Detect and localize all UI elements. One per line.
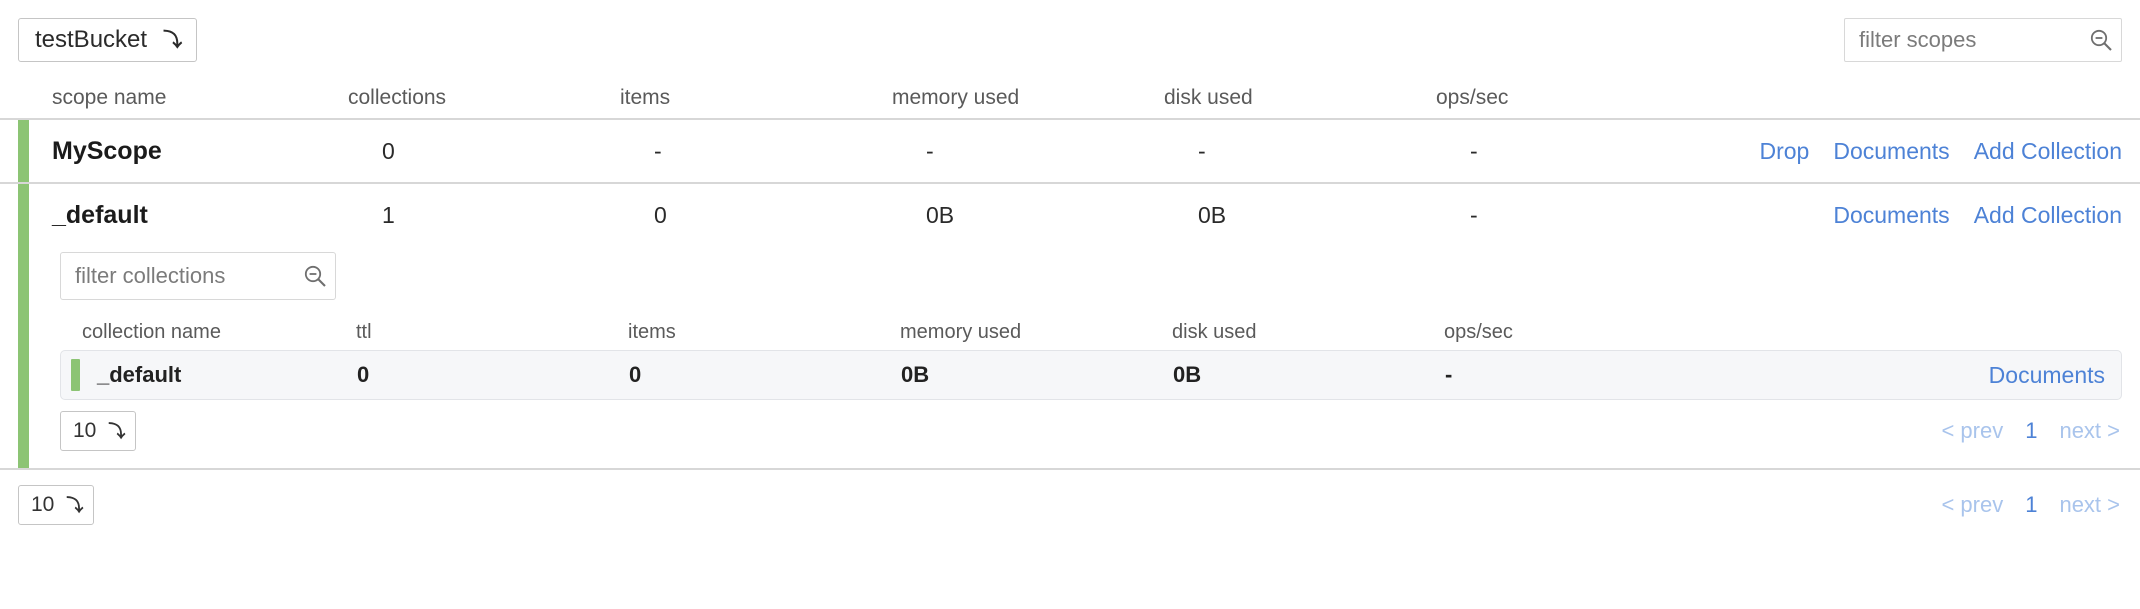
scope-accent-bar <box>18 184 29 468</box>
collection-accent-bar <box>71 359 80 391</box>
column-header-disk-used: disk used <box>1164 86 1253 109</box>
next-page-button[interactable]: next > <box>2059 418 2120 444</box>
scope-disk-used: 0B <box>1198 201 1227 228</box>
collection-filter-input[interactable] <box>61 263 295 289</box>
bucket-selector[interactable]: testBucket ⤵ <box>18 18 198 62</box>
column-header-memory-used: memory used <box>900 320 1022 343</box>
scopes-page-size-value: 10 <box>31 493 55 516</box>
search-icon[interactable] <box>2081 19 2121 61</box>
scope-filter-input[interactable] <box>1845 27 2081 53</box>
collections-page-nav: < prev 1 next > <box>1941 418 2120 444</box>
documents-link[interactable]: Documents <box>1833 138 1949 165</box>
scope-memory-used: - <box>926 137 934 164</box>
scope-filter[interactable] <box>1844 18 2122 62</box>
toolbar: testBucket ⤵ <box>0 0 2140 78</box>
column-header-collection-name: collection name <box>82 320 221 343</box>
drop-scope-link[interactable]: Drop <box>1760 138 1810 165</box>
scope-collections-count: 0 <box>382 137 395 164</box>
chevron-down-icon: ⤵ <box>66 495 84 515</box>
collection-items: 0 <box>629 362 642 387</box>
scopes-collections-page: testBucket ⤵ scope name collections item… <box>0 0 2140 609</box>
collections-pagination: 10 ⤵ < prev 1 next > <box>60 400 2122 462</box>
scope-actions: Documents Add Collection <box>1833 202 2122 229</box>
page-number[interactable]: 1 <box>2025 418 2037 444</box>
collection-name: _default <box>97 362 182 387</box>
collection-memory-used: 0B <box>901 362 930 387</box>
scope-ops-sec: - <box>1470 201 1478 228</box>
chevron-down-icon: ⤵ <box>108 421 126 441</box>
collections-page-size-select[interactable]: 10 ⤵ <box>60 411 137 451</box>
collections-panel: collection name ttl items memory used di… <box>18 252 2140 468</box>
collection-ops-sec: - <box>1445 362 1453 387</box>
scopes-pagination: 10 ⤵ < prev 1 next > <box>18 470 2140 540</box>
column-header-ttl: ttl <box>356 320 372 343</box>
search-icon[interactable] <box>295 255 335 297</box>
collection-ttl: 0 <box>357 362 370 387</box>
collection-filter[interactable] <box>60 252 336 300</box>
prev-page-button[interactable]: < prev <box>1941 418 2003 444</box>
scope-memory-used: 0B <box>926 201 955 228</box>
scope-collections-count: 1 <box>382 201 395 228</box>
column-header-memory-used: memory used <box>892 86 1020 109</box>
scopes-column-headers: scope name collections items memory used… <box>0 78 2140 118</box>
collection-actions: Documents <box>1989 362 2105 389</box>
bucket-selector-label: testBucket <box>35 26 148 53</box>
column-header-items: items <box>620 86 671 109</box>
prev-page-button[interactable]: < prev <box>1941 492 2003 518</box>
add-collection-link[interactable]: Add Collection <box>1974 202 2122 229</box>
scope-disk-used: - <box>1198 137 1206 164</box>
add-collection-link[interactable]: Add Collection <box>1974 138 2122 165</box>
table-row[interactable]: _default 0 0 0B 0B - Documents <box>60 350 2122 400</box>
scope-items: 0 <box>654 201 667 228</box>
column-header-collections: collections <box>348 86 447 109</box>
collections-column-headers: collection name ttl items memory used di… <box>52 314 2122 350</box>
documents-link[interactable]: Documents <box>1989 362 2105 388</box>
table-row[interactable]: _default 1 0 0B 0B - Documents Add Colle… <box>18 184 2140 246</box>
scope-actions: Drop Documents Add Collection <box>1760 138 2123 165</box>
column-header-disk-used: disk used <box>1172 320 1257 343</box>
scopes-page-size-select[interactable]: 10 ⤵ <box>18 485 95 525</box>
column-header-ops-sec: ops/sec <box>1444 320 1513 343</box>
scope-accent-bar <box>18 120 29 182</box>
column-header-scope-name: scope name <box>52 86 167 109</box>
scope-items: - <box>654 137 662 164</box>
column-header-ops-sec: ops/sec <box>1436 86 1509 109</box>
scope-name: MyScope <box>52 136 162 165</box>
collection-disk-used: 0B <box>1173 362 1202 387</box>
documents-link[interactable]: Documents <box>1833 202 1949 229</box>
scopes-page-nav: < prev 1 next > <box>1941 492 2120 518</box>
collections-page-size-value: 10 <box>73 419 97 442</box>
next-page-button[interactable]: next > <box>2059 492 2120 518</box>
chevron-down-icon: ⤵ <box>163 29 183 51</box>
scope-block-myscope: MyScope 0 - - - - Drop Documents Add Col… <box>0 118 2140 182</box>
scope-name: _default <box>52 200 148 229</box>
column-header-items: items <box>628 320 676 343</box>
page-number[interactable]: 1 <box>2025 492 2037 518</box>
scope-ops-sec: - <box>1470 137 1478 164</box>
scope-block-default: _default 1 0 0B 0B - Documents Add Colle… <box>0 182 2140 468</box>
table-row[interactable]: MyScope 0 - - - - Drop Documents Add Col… <box>18 120 2140 182</box>
